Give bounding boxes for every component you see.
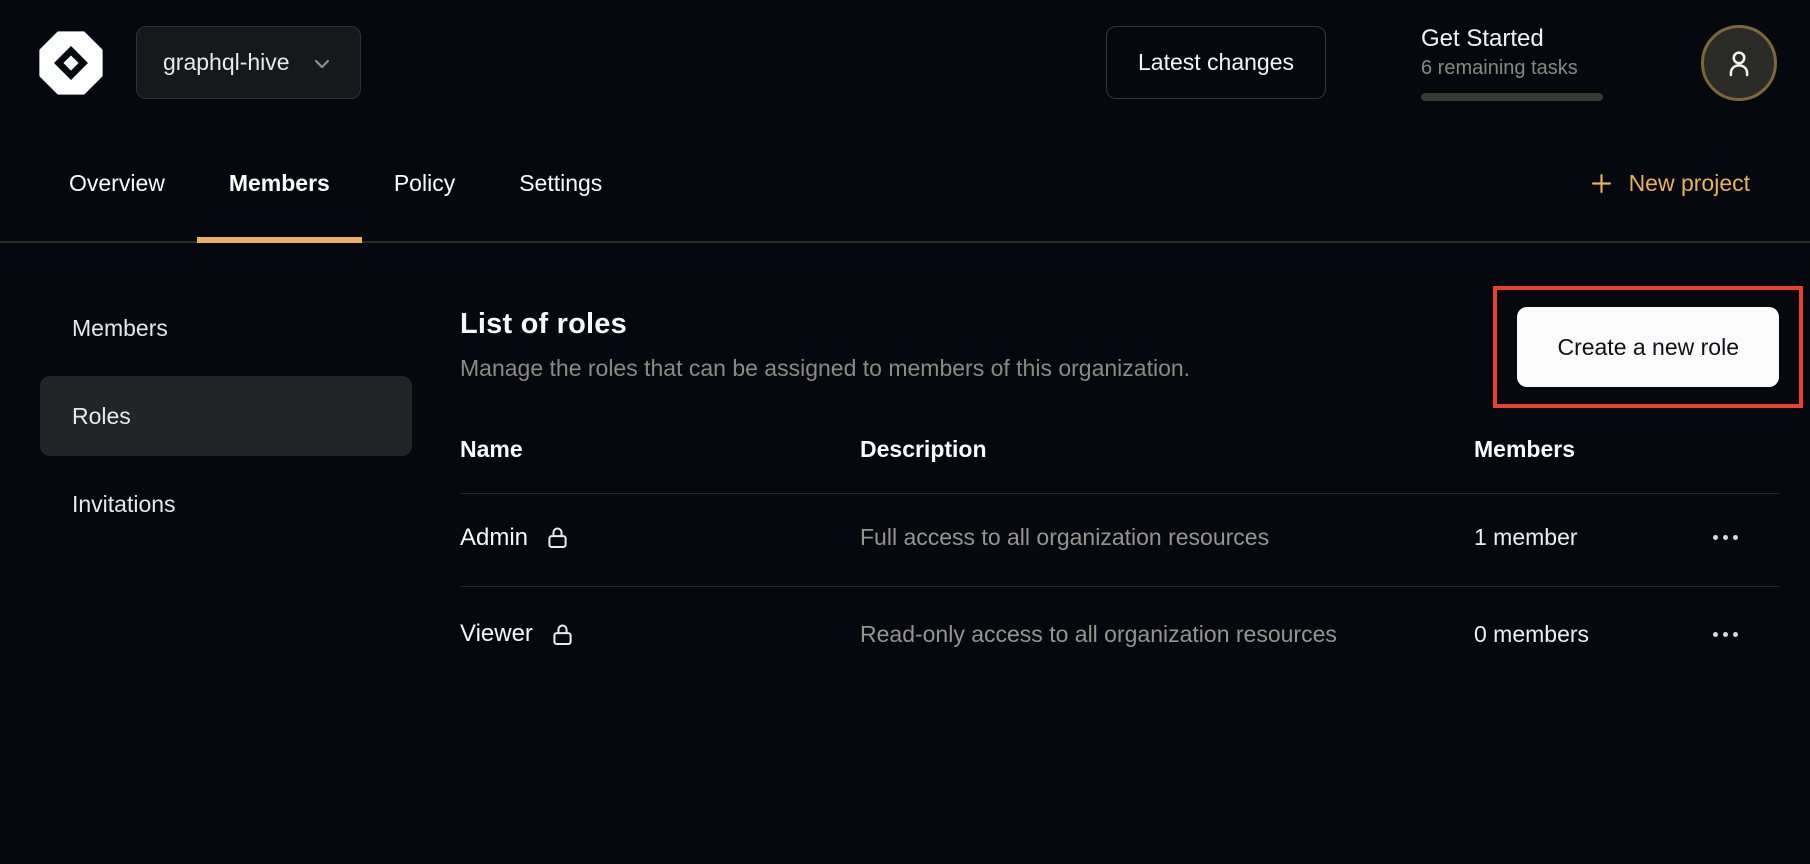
sidebar-item-members[interactable]: Members: [40, 288, 412, 368]
org-selector-label: graphql-hive: [163, 49, 290, 76]
sidebar-item-roles[interactable]: Roles: [40, 376, 412, 456]
role-name: Viewer: [460, 620, 533, 648]
roles-table-header: Name Description Members: [460, 412, 1780, 494]
plus-icon: [1588, 170, 1615, 197]
create-new-role-button[interactable]: Create a new role: [1517, 307, 1779, 387]
role-name-cell: Admin: [460, 524, 860, 552]
org-tab-bar: Overview Members Policy Settings New pro…: [0, 125, 1810, 243]
user-avatar[interactable]: [1701, 25, 1777, 101]
latest-changes-button[interactable]: Latest changes: [1106, 26, 1326, 99]
get-started-title: Get Started: [1421, 24, 1603, 54]
role-name-cell: Viewer: [460, 620, 860, 648]
main-area: Members Roles Invitations List of roles …: [0, 243, 1810, 682]
role-actions-cell: [1670, 525, 1780, 550]
top-bar: graphql-hive Latest changes Get Started …: [0, 0, 1810, 125]
user-icon: [1721, 45, 1757, 81]
role-description: Read-only access to all organization res…: [860, 617, 1360, 653]
lock-icon: [544, 524, 571, 551]
get-started-subtitle: 6 remaining tasks: [1421, 57, 1603, 80]
annotation-highlight-box: Create a new role: [1493, 286, 1803, 408]
get-started-widget[interactable]: Get Started 6 remaining tasks: [1421, 24, 1603, 101]
table-row-admin: Admin Full access to all organization re…: [460, 494, 1780, 587]
tab-overview[interactable]: Overview: [37, 125, 197, 241]
role-members-count: 0 members: [1474, 621, 1670, 648]
sidebar-item-invitations[interactable]: Invitations: [40, 464, 412, 544]
column-header-name: Name: [460, 436, 860, 463]
roles-table: Name Description Members Admin Full acce…: [460, 412, 1780, 682]
new-project-label: New project: [1629, 170, 1750, 197]
hive-logo-icon[interactable]: [38, 26, 104, 100]
org-selector[interactable]: graphql-hive: [136, 26, 361, 99]
get-started-progressbar: [1421, 93, 1603, 101]
role-description: Full access to all organization resource…: [860, 520, 1360, 556]
row-menu-button[interactable]: [1707, 525, 1744, 550]
new-project-button[interactable]: New project: [1588, 125, 1750, 241]
tab-members[interactable]: Members: [197, 125, 362, 241]
column-header-members: Members: [1474, 436, 1670, 463]
lock-icon: [549, 621, 576, 648]
role-actions-cell: [1670, 622, 1780, 647]
table-row-viewer: Viewer Read-only access to all organizat…: [460, 587, 1780, 683]
tab-policy[interactable]: Policy: [362, 125, 487, 241]
tab-settings[interactable]: Settings: [487, 125, 634, 241]
members-sidebar: Members Roles Invitations: [40, 288, 412, 682]
row-menu-button[interactable]: [1707, 622, 1744, 647]
tab-list: Overview Members Policy Settings: [37, 125, 634, 241]
chevron-down-icon: [310, 52, 334, 76]
roles-panel: List of roles Manage the roles that can …: [460, 288, 1780, 682]
role-members-count: 1 member: [1474, 524, 1670, 551]
column-header-description: Description: [860, 436, 1474, 463]
role-name: Admin: [460, 524, 528, 552]
